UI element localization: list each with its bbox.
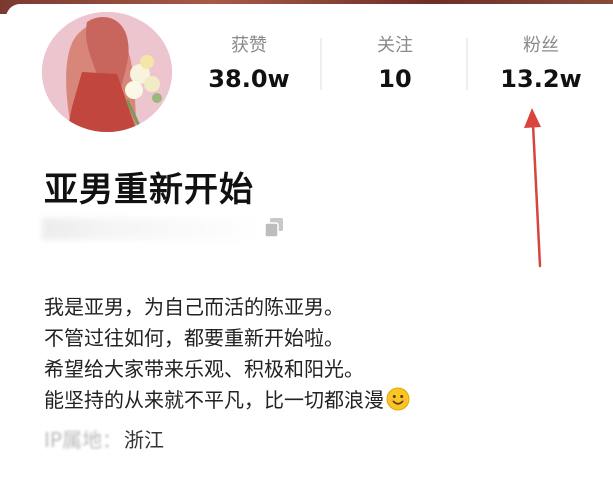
annotation-arrow-icon [524,108,542,268]
